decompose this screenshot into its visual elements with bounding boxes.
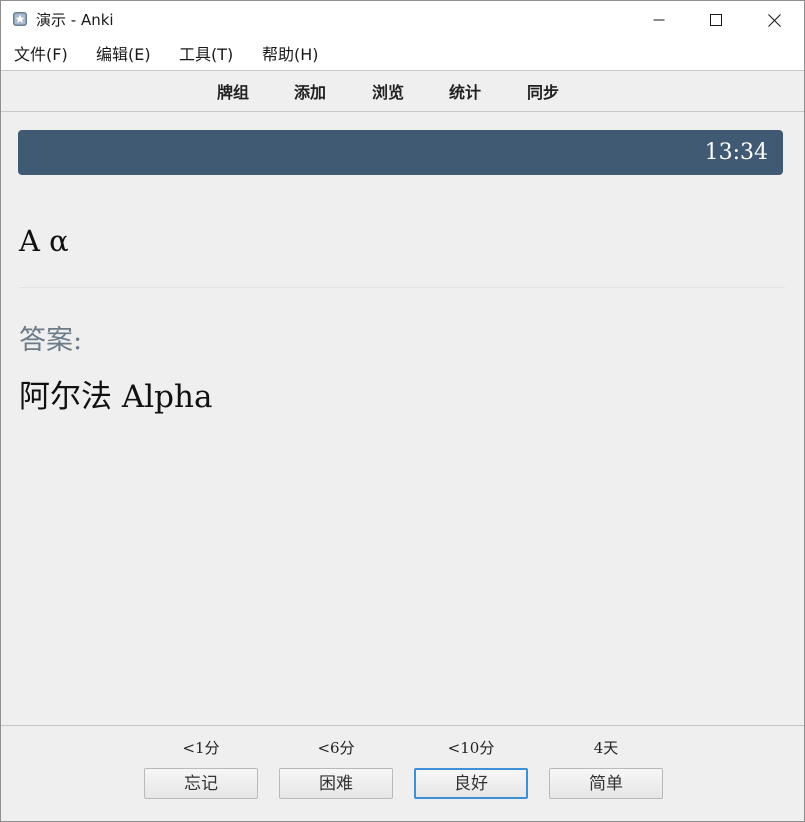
- menu-edit[interactable]: 编辑(E): [96, 45, 151, 65]
- main-toolbar: 牌组 添加 浏览 统计 同步: [1, 70, 804, 112]
- toolbar-add[interactable]: 添加: [294, 83, 326, 103]
- interval-easy: 4天: [593, 739, 619, 757]
- good-button[interactable]: 良好: [414, 768, 528, 799]
- close-button[interactable]: [745, 1, 803, 39]
- menu-bar: 文件(F) 编辑(E) 工具(T) 帮助(H): [1, 39, 804, 70]
- interval-hard: <6分: [317, 739, 355, 757]
- menu-help[interactable]: 帮助(H): [262, 45, 319, 65]
- card-answer: 阿尔法 Alpha: [19, 379, 213, 415]
- answer-label: 答案:: [19, 325, 83, 356]
- card-question: A α: [19, 224, 69, 258]
- interval-good: <10分: [447, 739, 495, 757]
- answer-divider: [19, 287, 785, 288]
- close-icon: [767, 13, 781, 27]
- minimize-button[interactable]: [630, 1, 688, 39]
- toolbar-stats[interactable]: 统计: [449, 83, 481, 103]
- window-title: 演示 - Anki: [36, 11, 114, 29]
- toolbar-sync[interactable]: 同步: [527, 83, 559, 103]
- title-bar: 演示 - Anki: [1, 1, 804, 39]
- anki-app-icon: [13, 12, 27, 26]
- again-button[interactable]: 忘记: [144, 768, 258, 799]
- easy-button[interactable]: 简单: [549, 768, 663, 799]
- maximize-icon: [710, 14, 722, 26]
- review-timer: 13:34: [704, 140, 768, 165]
- maximize-button[interactable]: [687, 1, 745, 39]
- menu-tools[interactable]: 工具(T): [179, 45, 233, 65]
- toolbar-browse[interactable]: 浏览: [372, 83, 404, 103]
- interval-again: <1分: [182, 739, 220, 757]
- anki-window: 演示 - Anki 文件(F) 编辑(E) 工具(T) 帮助(H) 牌组 添加 …: [0, 0, 805, 822]
- hard-button[interactable]: 困难: [279, 768, 393, 799]
- menu-file[interactable]: 文件(F): [14, 45, 68, 65]
- answer-button-bar: <1分 <6分 <10分 4天 忘记 困难 良好 简单: [1, 725, 804, 821]
- timer-bar: 13:34: [18, 130, 783, 175]
- toolbar-decks[interactable]: 牌组: [217, 83, 249, 103]
- minimize-icon: [653, 19, 665, 21]
